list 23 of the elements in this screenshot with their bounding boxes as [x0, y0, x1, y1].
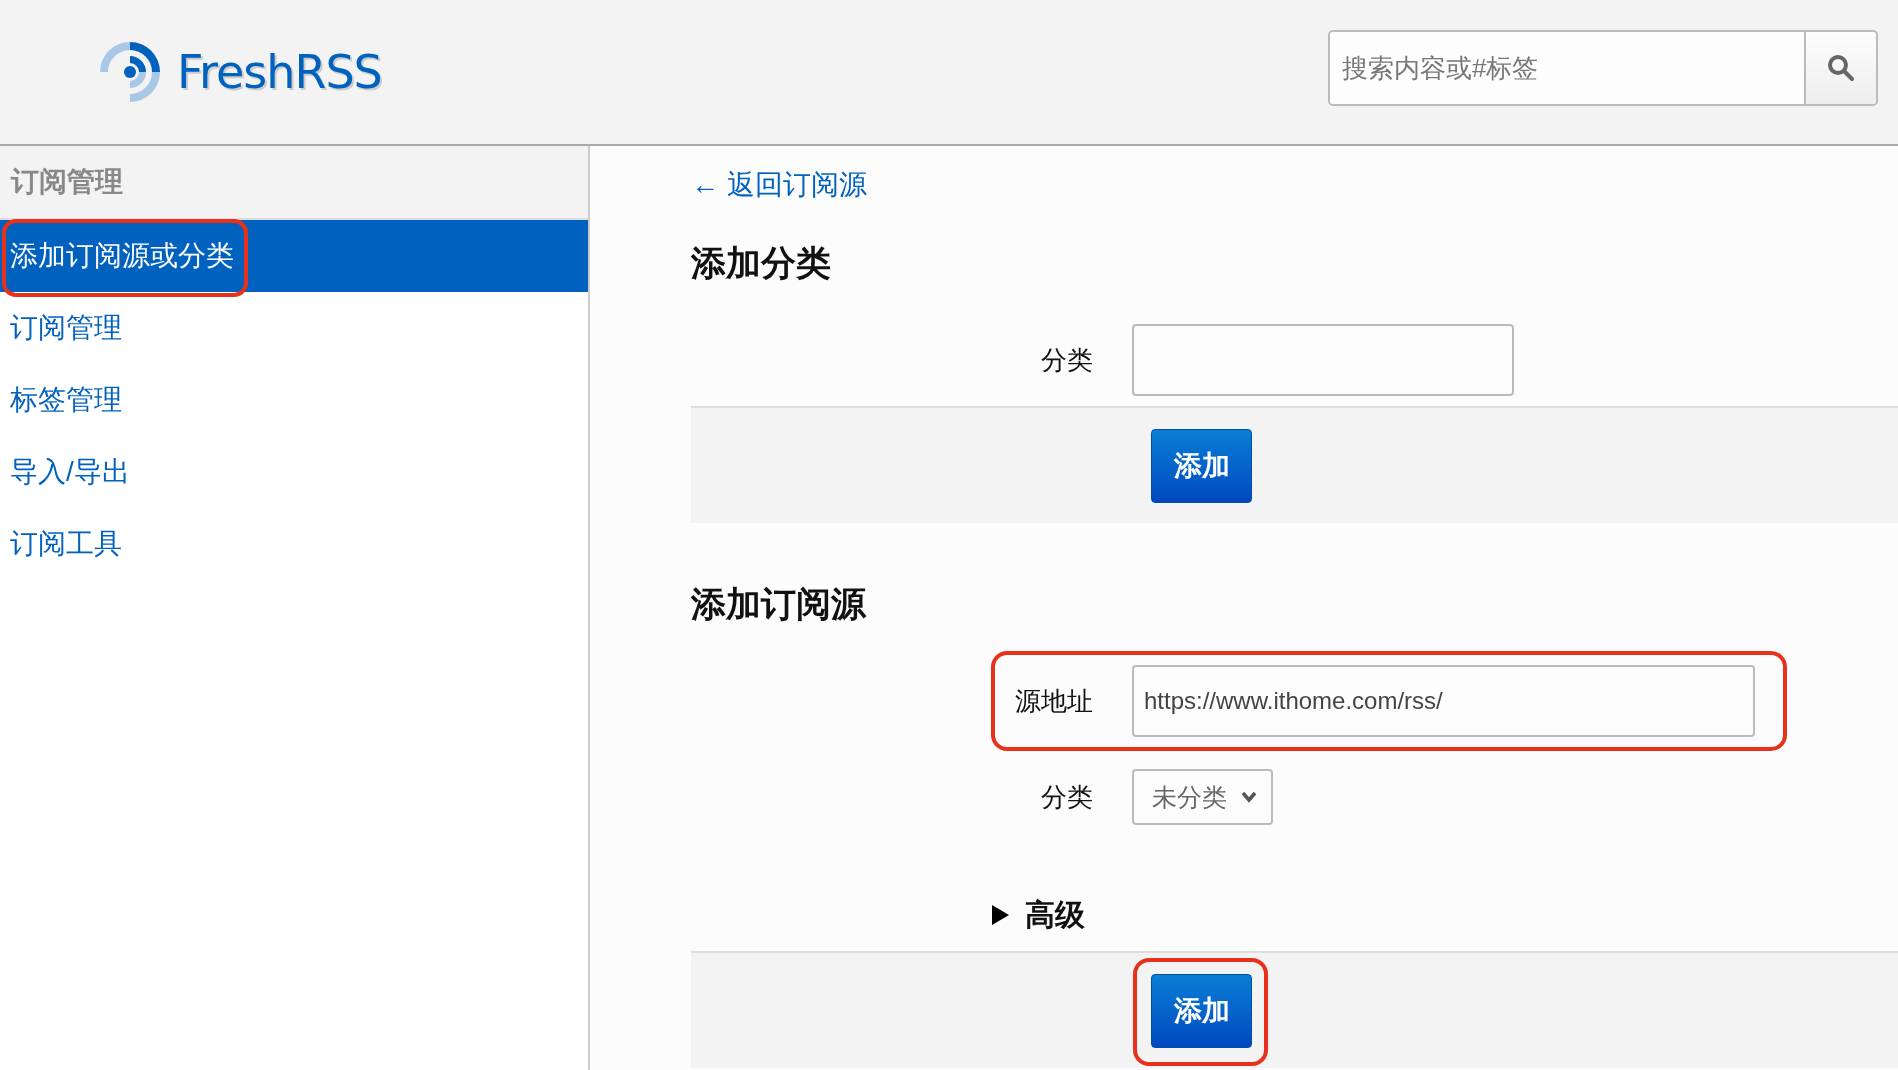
- search-icon: [1827, 54, 1855, 82]
- url-input[interactable]: https://www.ithome.com/rss/: [1132, 665, 1755, 737]
- search-field[interactable]: 搜索内容或#标签: [1328, 30, 1878, 106]
- advanced-toggle[interactable]: 高级: [992, 889, 1898, 941]
- sidebar-heading: 订阅管理: [11, 165, 123, 199]
- chevron-down-icon: [1241, 791, 1257, 803]
- field-label: 源地址: [1015, 684, 1093, 718]
- add-button[interactable]: 添加: [1151, 973, 1252, 1048]
- back-link[interactable]: ← 返回订阅源: [691, 166, 867, 204]
- sidebar-item[interactable]: 导入/导出: [0, 436, 588, 508]
- field-label: 分类: [1041, 780, 1093, 814]
- sidebar-item[interactable]: 订阅工具: [0, 508, 588, 580]
- category-select[interactable]: 未分类: [1132, 769, 1273, 825]
- category-input[interactable]: [1132, 324, 1514, 396]
- add-button[interactable]: 添加: [1151, 428, 1252, 503]
- sidebar-item[interactable]: 标签管理: [0, 364, 588, 436]
- section-heading: 添加分类: [691, 242, 831, 284]
- logo-icon: [97, 39, 163, 105]
- section-heading: 添加订阅源: [691, 583, 866, 625]
- app-logo-text: FreshRSS: [177, 45, 382, 99]
- search-button[interactable]: [1804, 32, 1876, 104]
- sidebar-item[interactable]: 订阅管理: [0, 292, 588, 364]
- field-label: 分类: [1041, 343, 1093, 377]
